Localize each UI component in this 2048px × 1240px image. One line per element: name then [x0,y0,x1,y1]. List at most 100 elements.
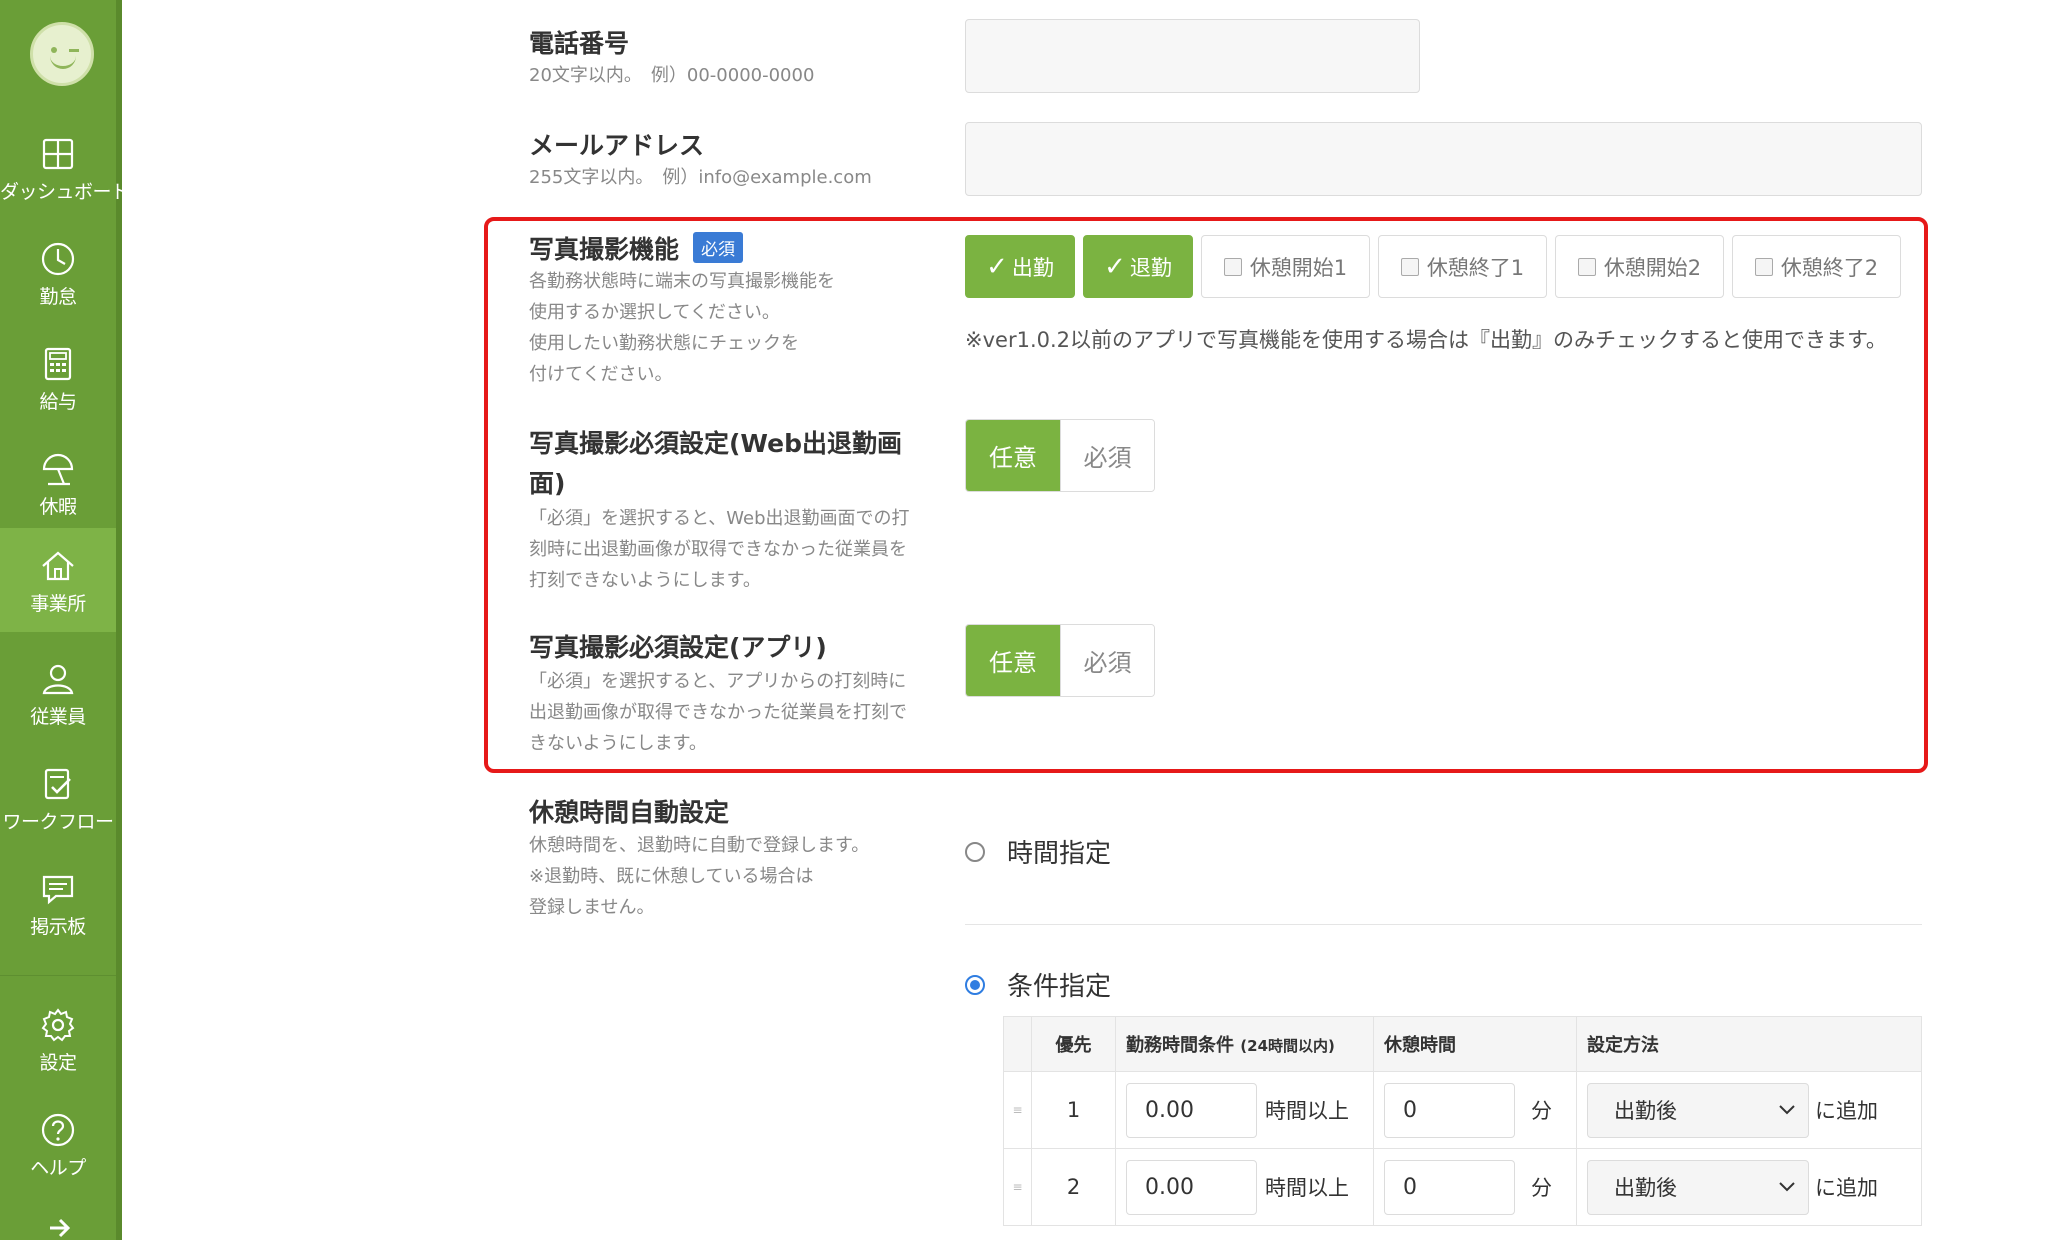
table-row: ≡ 1 0.00 時間以上 0分 出勤後 に追加 [1003,1071,1922,1149]
sidebar-item-settings[interactable]: 設定 [0,987,116,1091]
drag-handle-icon[interactable]: ≡ [1003,1148,1032,1226]
sidebar-item-dashboard[interactable]: ダッシュボード [0,116,130,220]
option-label: 退勤 [1129,255,1172,280]
checkbox-icon [1223,257,1242,276]
method-select[interactable]: 出勤後 [1587,1159,1809,1215]
header-condition: 勤務時間条件 (24時間以内) [1115,1016,1374,1072]
radio-label: 条件指定 [1007,972,1112,1002]
photo-option-clock-out[interactable]: ✓ 退勤 [1083,235,1193,298]
home-icon [42,551,74,581]
desc-line: 休憩時間を、退勤時に自動で登録します。 [529,835,870,856]
sidebar-item-employees[interactable]: 従業員 [0,641,116,745]
radio-time-specified[interactable]: 時間指定 [965,833,1111,870]
option-label: 休憩終了1 [1426,255,1525,280]
minutes-input[interactable]: 0 [1384,1159,1515,1215]
sidebar-item-help[interactable]: ヘルプ [0,1092,116,1196]
required-badge: 必須 [693,232,744,263]
sidebar-item-office[interactable]: 事業所 [0,528,116,632]
sidebar-item-payroll[interactable]: 給与 [0,326,116,430]
condition-cell: 0.00 時間以上 [1115,1148,1374,1226]
photo-web-required-desc: 「必須」を選択すると、Web出退勤画面での打 刻時に出退勤画像が取得できなかった… [529,503,910,596]
sidebar-item-label: ダッシュボード [0,181,130,203]
desc-line: 「必須」を選択すると、Web出退勤画面での打 [529,508,910,529]
header-priority: 優先 [1031,1016,1116,1072]
option-label: 休憩開始2 [1603,255,1702,280]
app-logo[interactable] [30,22,94,86]
radio-button[interactable] [965,841,985,862]
hours-input[interactable]: 0.00 [1126,1082,1257,1138]
sidebar-item-label: ヘルプ [30,1157,86,1179]
method-cell: 出勤後 に追加 [1576,1071,1922,1149]
email-input[interactable] [965,122,1922,196]
hours-unit: 時間以上 [1265,1176,1349,1200]
photo-app-required-desc: 「必須」を選択すると、アプリからの打刻時に 出退勤画像が取得できなかった従業員を… [529,666,907,759]
photo-option-break-start-1[interactable]: 休憩開始1 [1201,235,1370,298]
dashboard-icon [42,138,74,170]
sidebar-item-label: 休暇 [39,496,77,518]
desc-line: 「必須」を選択すると、アプリからの打刻時に [529,671,907,692]
drag-handle-icon[interactable]: ≡ [1003,1071,1032,1149]
sidebar-item-workflow[interactable]: ワークフロー [0,746,116,850]
photo-option-clock-in[interactable]: ✓ 出勤 [965,235,1075,298]
hours-input[interactable]: 0.00 [1126,1159,1257,1215]
gear-icon [41,1008,75,1042]
photo-feature-desc: 各勤務状態時に端末の写真撮影機能を 使用するか選択してください。 使用したい勤務… [529,266,835,390]
checkmark-icon: ✓ [1104,251,1126,282]
photo-feature-label: 写真撮影機能 必須 [529,230,744,266]
photo-app-required-label: 写真撮影必須設定(アプリ) [529,633,827,662]
sidebar-item-label: 設定 [39,1052,77,1074]
sidebar-item-attendance[interactable]: 勤怠 [0,221,116,325]
header-method: 設定方法 [1576,1016,1922,1072]
beach-umbrella-icon [42,453,74,486]
photo-web-required-toggle: 任意 必須 [965,419,1155,492]
option-optional[interactable]: 任意 [966,625,1060,696]
desc-line: ※退勤時、既に休憩している場合は [529,866,814,887]
minutes-unit: 分 [1531,1176,1552,1200]
phone-input[interactable] [965,19,1420,93]
option-label: 出勤 [1011,255,1054,280]
title-line: 写真撮影必須設定(Web出退勤画 [529,429,902,458]
photo-option-break-start-2[interactable]: 休憩開始2 [1555,235,1724,298]
method-select[interactable]: 出勤後 [1587,1082,1809,1138]
desc-line: 使用したい勤務状態にチェックを [529,333,799,354]
priority-cell: 1 [1031,1071,1116,1149]
help-icon [41,1113,75,1147]
break-condition-table: 優先 勤務時間条件 (24時間以内) 休憩時間 設定方法 ≡ 1 0.00 時間以… [1003,1016,1922,1226]
method-suffix: に追加 [1815,1099,1878,1123]
method-selected-value: 出勤後 [1614,1099,1677,1123]
divider [965,924,1922,925]
checklist-icon [44,768,71,800]
desc-line: 各勤務状態時に端末の写真撮影機能を [529,271,835,292]
header-condition-text: 勤務時間条件 [1126,1035,1234,1056]
break-auto-label: 休憩時間自動設定 [529,798,730,827]
method-suffix: に追加 [1815,1176,1878,1200]
option-label: 休憩開始1 [1249,255,1348,280]
option-required[interactable]: 必須 [1060,420,1154,491]
sidebar-item-leave[interactable]: 休暇 [0,431,116,535]
option-required[interactable]: 必須 [1060,625,1154,696]
collapse-arrow-icon[interactable] [48,1218,72,1238]
photo-option-break-end-2[interactable]: 休憩終了2 [1732,235,1901,298]
desc-line: 付けてください。 [529,364,673,385]
minutes-unit: 分 [1531,1099,1552,1123]
phone-label: 電話番号 [529,29,630,58]
option-optional[interactable]: 任意 [966,420,1060,491]
desc-line: 使用するか選択してください。 [529,302,780,323]
radio-button[interactable] [965,974,985,995]
sidebar-item-label: ワークフロー [2,811,114,833]
minutes-input[interactable]: 0 [1384,1082,1515,1138]
photo-option-break-end-1[interactable]: 休憩終了1 [1378,235,1547,298]
sidebar-item-label: 事業所 [30,593,86,615]
message-board-icon [42,875,74,905]
radio-condition-specified[interactable]: 条件指定 [965,966,1111,1003]
clock-icon [41,242,75,276]
break-auto-desc: 休憩時間を、退勤時に自動で登録します。 ※退勤時、既に休憩している場合は 登録し… [529,830,869,923]
desc-line: 打刻できないようにします。 [529,570,761,591]
desc-line: 刻時に出退勤画像が取得できなかった従業員を [529,539,907,560]
sidebar-item-label: 給与 [39,391,77,413]
phone-hint: 20文字以内。 例）00-0000-0000 [529,65,815,86]
sidebar-item-board[interactable]: 掲示板 [0,851,116,955]
priority-cell: 2 [1031,1148,1116,1226]
method-selected-value: 出勤後 [1614,1176,1677,1200]
table-header-row: 優先 勤務時間条件 (24時間以内) 休憩時間 設定方法 [1003,1016,1922,1072]
